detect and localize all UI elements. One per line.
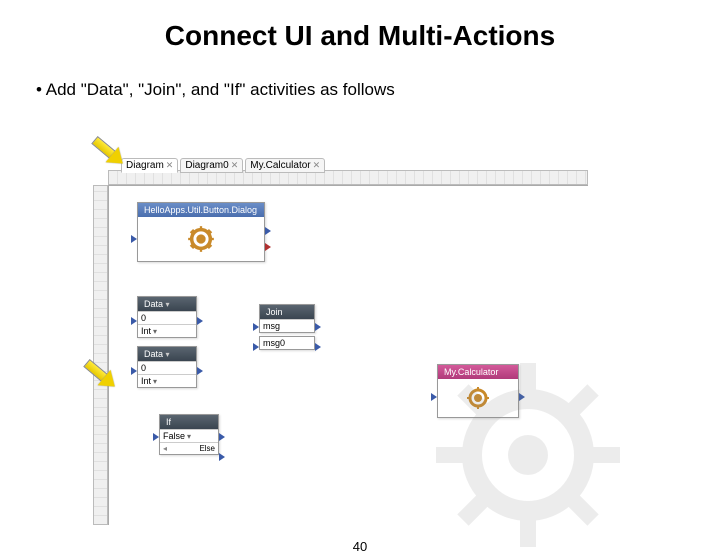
output-handle[interactable] <box>219 433 225 441</box>
pointer-arrow-bottom <box>82 365 120 385</box>
type-text: Int <box>141 326 151 336</box>
gear-icon <box>187 225 215 253</box>
node-title: Data ▾ <box>138 297 196 311</box>
node-title: Join <box>260 305 314 319</box>
input-handle[interactable] <box>431 393 437 401</box>
else-text: Else <box>199 444 215 453</box>
node-mycalculator[interactable]: My.Calculator <box>437 364 519 418</box>
close-icon[interactable]: ✕ <box>166 160 174 171</box>
value-row: 0 <box>138 311 196 324</box>
dropdown-icon[interactable]: ▾ <box>166 300 170 309</box>
close-icon[interactable]: ✕ <box>313 160 321 171</box>
input-handle[interactable] <box>131 367 137 375</box>
node-data-1[interactable]: Data ▾ 0 Int ▾ <box>137 296 197 338</box>
input-handle[interactable] <box>253 343 259 351</box>
condition-row: False ▾ <box>160 429 218 442</box>
dropdown-icon[interactable]: ▾ <box>153 377 157 386</box>
node-title: Data ▾ <box>138 347 196 361</box>
input-handle[interactable] <box>131 235 137 243</box>
node-join-msg0[interactable]: msg0 <box>259 336 315 350</box>
msg-text: msg <box>263 321 280 331</box>
msg-row: msg <box>260 319 314 332</box>
dropdown-icon[interactable]: ▾ <box>153 327 157 336</box>
condition-text: False <box>163 431 185 441</box>
node-title: My.Calculator <box>438 365 518 379</box>
node-if[interactable]: If False ▾ ◂ Else <box>159 414 219 455</box>
node-data-2[interactable]: Data ▾ 0 Int ▾ <box>137 346 197 388</box>
close-icon[interactable]: ✕ <box>231 160 239 171</box>
editor-tabs: Diagram✕ Diagram0✕ My.Calculator✕ <box>121 158 325 173</box>
dropdown-icon[interactable]: ▾ <box>187 432 191 441</box>
output-handle[interactable] <box>315 323 321 331</box>
node-title: HelloApps.Util.Button.Dialog <box>138 203 264 217</box>
value-text: 0 <box>141 363 146 373</box>
diagram-canvas[interactable]: Diagram✕ Diagram0✕ My.Calculator✕ HelloA… <box>108 185 588 525</box>
page-number: 40 <box>0 539 720 554</box>
tab-mycalculator[interactable]: My.Calculator✕ <box>245 158 325 173</box>
node-button-dialog[interactable]: HelloApps.Util.Button.Dialog <box>137 202 265 262</box>
msg0-row: msg0 <box>260 337 314 349</box>
instruction-text: Add "Data", "Join", and "If" activities … <box>46 80 395 99</box>
msg0-text: msg0 <box>263 338 285 348</box>
value-row: 0 <box>138 361 196 374</box>
type-text: Int <box>141 376 151 386</box>
output-handle[interactable] <box>519 393 525 401</box>
node-join[interactable]: Join msg <box>259 304 315 333</box>
value-text: 0 <box>141 313 146 323</box>
output-handle[interactable] <box>197 367 203 375</box>
node-body <box>138 217 264 261</box>
node-body <box>438 379 518 417</box>
input-handle[interactable] <box>153 433 159 441</box>
input-handle-small[interactable]: ◂ <box>163 444 167 453</box>
input-handle[interactable] <box>131 317 137 325</box>
output-handle[interactable] <box>315 343 321 351</box>
node-title: If <box>160 415 218 429</box>
input-handle[interactable] <box>253 323 259 331</box>
pointer-arrow-top <box>90 142 128 162</box>
tab-label: My.Calculator <box>250 160 310 171</box>
gear-icon <box>466 386 490 410</box>
tab-diagram0[interactable]: Diagram0✕ <box>180 158 243 173</box>
output-handle[interactable] <box>265 227 271 235</box>
output-handle[interactable] <box>197 317 203 325</box>
dropdown-icon[interactable]: ▾ <box>166 350 170 359</box>
output-handle-error[interactable] <box>265 243 271 251</box>
tab-label: Diagram0 <box>185 160 228 171</box>
else-row: ◂ Else <box>160 442 218 454</box>
tab-diagram[interactable]: Diagram✕ <box>121 158 178 173</box>
type-row: Int ▾ <box>138 324 196 337</box>
output-handle-else[interactable] <box>219 453 225 461</box>
page-title: Connect UI and Multi-Actions <box>0 20 720 52</box>
type-row: Int ▾ <box>138 374 196 387</box>
ruler-vertical <box>93 185 108 525</box>
tab-label: Diagram <box>126 160 164 171</box>
instruction-bullet: • Add "Data", "Join", and "If" activitie… <box>36 80 720 100</box>
